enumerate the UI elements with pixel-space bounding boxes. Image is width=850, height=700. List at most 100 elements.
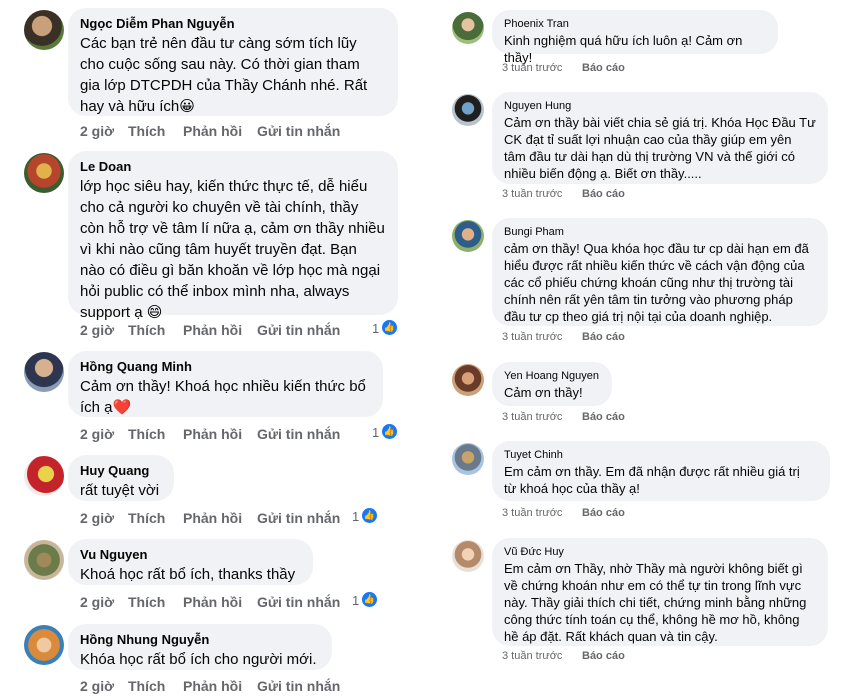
reaction-number: 1 bbox=[372, 425, 380, 440]
report-button[interactable]: Báo cáo bbox=[582, 188, 625, 200]
commenter-name[interactable]: Tuyet Chinh bbox=[504, 447, 818, 463]
timestamp[interactable]: 2 giờ bbox=[80, 426, 114, 442]
like-button[interactable]: Thích bbox=[128, 322, 165, 338]
comment-bubble: Vũ Đức Huy Em cảm ơn Thầy, nhờ Thầy mà n… bbox=[492, 538, 828, 646]
reply-button[interactable]: Phản hồi bbox=[183, 322, 242, 338]
comment-text-line: các cổ phiếu chứng khoán cũng như thị tr… bbox=[504, 275, 794, 290]
comment-text-line: hề áp đặt. Rất khách quan và tin cậy. bbox=[504, 629, 718, 644]
commenter-name[interactable]: Vu Nguyen bbox=[80, 545, 301, 564]
avatar[interactable] bbox=[452, 94, 484, 126]
timestamp[interactable]: 3 tuần trước bbox=[502, 62, 562, 74]
report-button[interactable]: Báo cáo bbox=[582, 331, 625, 343]
avatar[interactable] bbox=[24, 153, 64, 193]
reply-button[interactable]: Phản hồi bbox=[183, 123, 242, 139]
reply-button[interactable]: Phản hồi bbox=[183, 678, 242, 694]
comment-bubble: Yen Hoang Nguyen Cảm ơn thầy! bbox=[492, 362, 612, 406]
send-message-button[interactable]: Gửi tin nhắn bbox=[257, 594, 340, 610]
avatar[interactable] bbox=[452, 540, 484, 572]
send-message-button[interactable]: Gửi tin nhắn bbox=[257, 322, 340, 338]
commenter-name[interactable]: Huy Quang bbox=[80, 461, 162, 480]
comment-text-line: Khoá học rất bổ ích, thanks thầy bbox=[80, 566, 296, 583]
avatar[interactable] bbox=[24, 456, 64, 496]
thumbs-up-icon: 👍 bbox=[382, 320, 397, 335]
commenter-name[interactable]: Nguyen Hung bbox=[504, 98, 816, 114]
commenter-name[interactable]: Yen Hoang Nguyen bbox=[504, 368, 600, 384]
comment-text-line: Kinh nghiệm quá hữu ích luôn ạ! Cảm ơn t… bbox=[504, 33, 743, 65]
comment-text-line: Cảm ơn thầy! bbox=[504, 385, 583, 400]
thumbs-up-icon: 👍 bbox=[362, 508, 377, 523]
avatar[interactable] bbox=[452, 364, 484, 396]
report-button[interactable]: Báo cáo bbox=[582, 507, 625, 519]
avatar[interactable] bbox=[452, 220, 484, 252]
like-button[interactable]: Thích bbox=[128, 123, 165, 139]
avatar[interactable] bbox=[24, 540, 64, 580]
comment-bubble: Phoenix Tran Kinh nghiệm quá hữu ích luô… bbox=[492, 10, 778, 65]
timestamp[interactable]: 3 tuần trước bbox=[502, 411, 562, 423]
timestamp[interactable]: 2 giờ bbox=[80, 322, 114, 338]
timestamp[interactable]: 3 tuần trước bbox=[502, 507, 562, 519]
timestamp[interactable]: 2 giờ bbox=[80, 123, 114, 139]
comment-text-line: Em cảm ơn Thầy, nhờ Thầy mà người không … bbox=[504, 561, 803, 576]
reaction-number: 1 bbox=[352, 593, 360, 608]
comment-text-line: về chứng khoán như em có thể tự tin tron… bbox=[504, 578, 802, 593]
commenter-name[interactable]: Phoenix Tran bbox=[504, 16, 766, 32]
avatar[interactable] bbox=[452, 12, 484, 44]
like-button[interactable]: Thích bbox=[128, 510, 165, 526]
like-button[interactable]: Thích bbox=[128, 594, 165, 610]
timestamp[interactable]: 3 tuần trước bbox=[502, 650, 562, 662]
commenter-name[interactable]: Bungi Pham bbox=[504, 224, 816, 240]
comment-text-line: cảm ơn thầy! Qua khóa học đầu tư cp dài … bbox=[504, 241, 809, 256]
comment-bubble: Hồng Quang Minh Cảm ơn thầy! Khoá học nh… bbox=[68, 351, 383, 417]
comment-text-line: đầu tư cp theo giá trị nội tại của doanh… bbox=[504, 309, 773, 324]
commenter-name[interactable]: Vũ Đức Huy bbox=[504, 544, 816, 560]
avatar[interactable] bbox=[452, 443, 484, 475]
reply-button[interactable]: Phản hồi bbox=[183, 594, 242, 610]
commenter-name[interactable]: Le Doan bbox=[80, 157, 386, 176]
comment-bubble: Ngọc Diễm Phan Nguyễn Các bạn trẻ nên đầ… bbox=[68, 8, 398, 116]
comment-bubble: Hồng Nhung Nguyễn Khóa học rất bổ ích ch… bbox=[68, 624, 332, 670]
comment-text-line: hỏi public có thể inbox mình nha, always bbox=[80, 283, 350, 300]
reaction-number: 1 bbox=[372, 321, 380, 336]
reaction-number: 1 bbox=[352, 509, 360, 524]
send-message-button[interactable]: Gửi tin nhắn bbox=[257, 678, 340, 694]
send-message-button[interactable]: Gửi tin nhắn bbox=[257, 510, 340, 526]
report-button[interactable]: Báo cáo bbox=[582, 650, 625, 662]
comment-text-line: cho cả người ko chuyên về tài chính, thầ… bbox=[80, 199, 359, 216]
commenter-name[interactable]: Hồng Quang Minh bbox=[80, 357, 371, 376]
comment-text-line: ích ạ❤️ bbox=[80, 399, 132, 416]
comment-text-line: CK đạt tỉ suất lợi nhuận cao của thầy gi… bbox=[504, 132, 792, 147]
report-button[interactable]: Báo cáo bbox=[582, 411, 625, 423]
comment-text-line: cho cuộc sống sau này. Có thời gian tham bbox=[80, 56, 360, 73]
comment-bubble: Bungi Pham cảm ơn thầy! Qua khóa học đầu… bbox=[492, 218, 828, 326]
comment-text-line: Em cảm ơn thầy. Em đã nhận được rất nhiề… bbox=[504, 464, 800, 479]
report-button[interactable]: Báo cáo bbox=[582, 62, 625, 74]
comment-text-line: nhiều biến động ạ. Biết ơn thầy..... bbox=[504, 166, 702, 181]
comment-text-line: lớp học siêu hay, kiến thức thực tế, dễ … bbox=[80, 178, 368, 195]
avatar[interactable] bbox=[24, 352, 64, 392]
comment-bubble: Le Doan lớp học siêu hay, kiến thức thực… bbox=[68, 151, 398, 321]
avatar[interactable] bbox=[24, 10, 64, 50]
comment-bubble: Nguyen Hung Cảm ơn thầy bài viết chia sẻ… bbox=[492, 92, 828, 184]
comment-text-line: Cảm ơn thầy! Khoá học nhiều kiến thức bổ bbox=[80, 378, 366, 395]
left-comment-column: Ngọc Diễm Phan Nguyễn Các bạn trẻ nên đầ… bbox=[0, 0, 410, 700]
thumbs-up-icon: 👍 bbox=[382, 424, 397, 439]
timestamp[interactable]: 2 giờ bbox=[80, 678, 114, 694]
timestamp[interactable]: 3 tuần trước bbox=[502, 331, 562, 343]
timestamp[interactable]: 2 giờ bbox=[80, 594, 114, 610]
comment-text-line: Cảm ơn thầy bài viết chia sẻ giá trị. Kh… bbox=[504, 115, 816, 130]
commenter-name[interactable]: Ngọc Diễm Phan Nguyễn bbox=[80, 14, 386, 33]
reply-button[interactable]: Phản hồi bbox=[183, 426, 242, 442]
timestamp[interactable]: 2 giờ bbox=[80, 510, 114, 526]
commenter-name[interactable]: Hồng Nhung Nguyễn bbox=[80, 630, 320, 649]
send-message-button[interactable]: Gửi tin nhắn bbox=[257, 123, 340, 139]
comment-text-line: chính nên rất yên tâm tin tưởng vào phươ… bbox=[504, 292, 793, 307]
avatar[interactable] bbox=[24, 625, 64, 665]
comment-text-line: công thức tính toán cụ thể, không hề mơ … bbox=[504, 612, 800, 627]
comment-text-line: rất tuyệt vời bbox=[80, 482, 160, 499]
comment-bubble: Vu Nguyen Khoá học rất bổ ích, thanks th… bbox=[68, 539, 313, 585]
timestamp[interactable]: 3 tuần trước bbox=[502, 188, 562, 200]
like-button[interactable]: Thích bbox=[128, 678, 165, 694]
like-button[interactable]: Thích bbox=[128, 426, 165, 442]
reply-button[interactable]: Phản hồi bbox=[183, 510, 242, 526]
send-message-button[interactable]: Gửi tin nhắn bbox=[257, 426, 340, 442]
